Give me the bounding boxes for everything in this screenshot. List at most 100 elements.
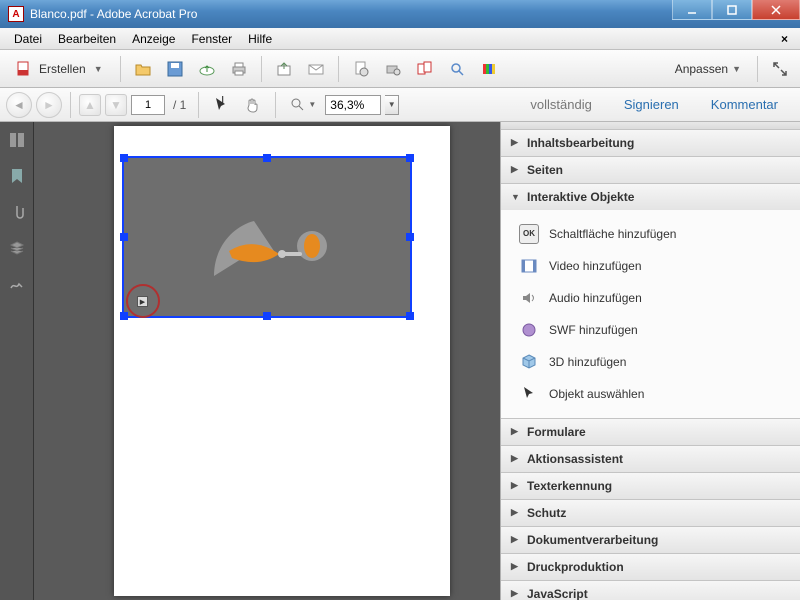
panel-forms[interactable]: ▶Formulare [501,419,800,445]
panel-grip[interactable] [501,122,800,130]
media-play-badge[interactable]: ▶ [137,296,148,307]
envelope-icon [307,60,325,78]
printer-icon [230,60,248,78]
tool-add-button[interactable]: OKSchaltfläche hinzufügen [501,218,800,250]
menu-bar: Datei Bearbeiten Anzeige Fenster Hilfe × [0,28,800,50]
cloud-icon [198,60,216,78]
panel-javascript[interactable]: ▶JavaScript [501,581,800,600]
panel-print-production[interactable]: ▶Druckproduktion [501,554,800,580]
page-number-input[interactable] [131,95,165,115]
separator [275,92,276,118]
select-tool-button[interactable]: I [207,91,235,119]
menu-file[interactable]: Datei [6,30,50,48]
zoom-input[interactable]: 36,3% [325,95,381,115]
tool-add-3d[interactable]: 3D hinzufügen [501,346,800,378]
share-icon [275,60,293,78]
resize-handle-s[interactable] [263,312,271,320]
resize-handle-e[interactable] [406,233,414,241]
print-button[interactable] [225,55,253,83]
tools-pane-button[interactable]: vollständig [514,88,607,121]
zoom-value: 36,3% [330,98,364,112]
tool-select-object[interactable]: Objekt auswählen [501,378,800,410]
panel-protection[interactable]: ▶ Schutz [501,500,800,526]
tool-add-audio-label: Audio hinzufügen [549,291,642,305]
bookmarks-tab[interactable] [7,166,27,186]
resize-handle-nw[interactable] [120,154,128,162]
combine-icon [416,60,434,78]
tool-add-swf[interactable]: SWF hinzufügen [501,314,800,346]
menu-view[interactable]: Anzeige [124,30,183,48]
panel-content-editing[interactable]: ▶Inhaltsbearbeitung [501,130,800,156]
maximize-button[interactable] [712,0,752,20]
chevron-down-icon: ▼ [94,64,103,74]
share-button[interactable] [270,55,298,83]
chevron-right-icon: ▶ [511,507,521,518]
combine-button[interactable] [411,55,439,83]
resize-handle-ne[interactable] [406,154,414,162]
layers-tab[interactable] [7,238,27,258]
export-pdf-button[interactable] [347,55,375,83]
tool-add-swf-label: SWF hinzufügen [549,323,638,337]
document-close-button[interactable]: × [775,32,794,46]
comment-pane-button[interactable]: Kommentar [695,88,794,121]
close-button[interactable] [752,0,800,20]
customize-button[interactable]: Anpassen ▼ [667,62,749,76]
signatures-tab[interactable] [7,274,27,294]
window-title: Blanco.pdf - Adobe Acrobat Pro [30,7,672,21]
panel-interactive-objects[interactable]: ▼Interaktive Objekte [501,184,800,210]
panel-action-wizard[interactable]: ▶Aktionsassistent [501,446,800,472]
edit-text-button[interactable] [379,55,407,83]
save-button[interactable] [161,55,189,83]
menu-edit[interactable]: Bearbeiten [50,30,124,48]
fullscreen-button[interactable] [766,55,794,83]
next-view-button[interactable]: ► [36,92,62,118]
search-button[interactable] [443,55,471,83]
tool-add-video[interactable]: Video hinzufügen [501,250,800,282]
zoom-dropdown-button[interactable]: ▼ [385,95,399,115]
panel-doc-processing-label: Dokumentverarbeitung [527,533,658,547]
page-up-button[interactable]: ▲ [79,94,101,116]
document-viewport[interactable]: ▶ [34,122,500,600]
tool-add-audio[interactable]: Audio hinzufügen [501,282,800,314]
selected-media-object[interactable]: ▶ [122,156,412,318]
email-button[interactable] [302,55,330,83]
minimize-button[interactable] [672,0,712,20]
cloud-button[interactable] [193,55,221,83]
page-down-button[interactable]: ▼ [105,94,127,116]
rainbow-icon [480,60,498,78]
menu-help[interactable]: Hilfe [240,30,280,48]
panel-forms-label: Formulare [527,425,586,439]
resize-handle-se[interactable] [406,312,414,320]
hand-icon [244,96,262,114]
separator [338,56,339,82]
resize-handle-n[interactable] [263,154,271,162]
chevron-down-icon: ▼ [732,64,741,74]
hand-tool-button[interactable] [239,91,267,119]
main-area: ▶ ▶Inhaltsbearbeitung ▶Seiten ▼Interakti… [0,122,800,600]
right-link-bar: vollständig Signieren Kommentar [514,88,794,121]
chevron-right-icon: ▶ [511,534,521,545]
tool-add-3d-label: 3D hinzufügen [549,355,626,369]
panel-ocr[interactable]: ▶Texterkennung [501,473,800,499]
color-button[interactable] [475,55,503,83]
swf-icon [519,320,539,340]
sign-pane-button[interactable]: Signieren [608,88,695,121]
menu-window[interactable]: Fenster [183,30,240,48]
resize-handle-w[interactable] [120,233,128,241]
create-button[interactable]: Erstellen ▼ [6,55,112,83]
zoom-tool-button[interactable]: ▼ [284,91,321,119]
create-pdf-icon [15,60,33,78]
open-button[interactable] [129,55,157,83]
prev-view-button[interactable]: ◄ [6,92,32,118]
separator [261,56,262,82]
chevron-right-icon: ▶ [511,480,521,491]
panel-pages[interactable]: ▶Seiten [501,157,800,183]
panel-protection-label: Schutz [527,506,566,520]
thumbnails-tab[interactable] [7,130,27,150]
nav-toolbar: ◄ ► ▲ ▼ / 1 I ▼ 36,3% ▼ vollständig Sign… [0,88,800,122]
chevron-right-icon: ▶ [511,164,521,175]
left-nav-rail [0,122,34,600]
panel-doc-processing[interactable]: ▶ Dokumentverarbeitung [501,527,800,553]
attachments-tab[interactable] [7,202,27,222]
resize-handle-sw[interactable] [120,312,128,320]
